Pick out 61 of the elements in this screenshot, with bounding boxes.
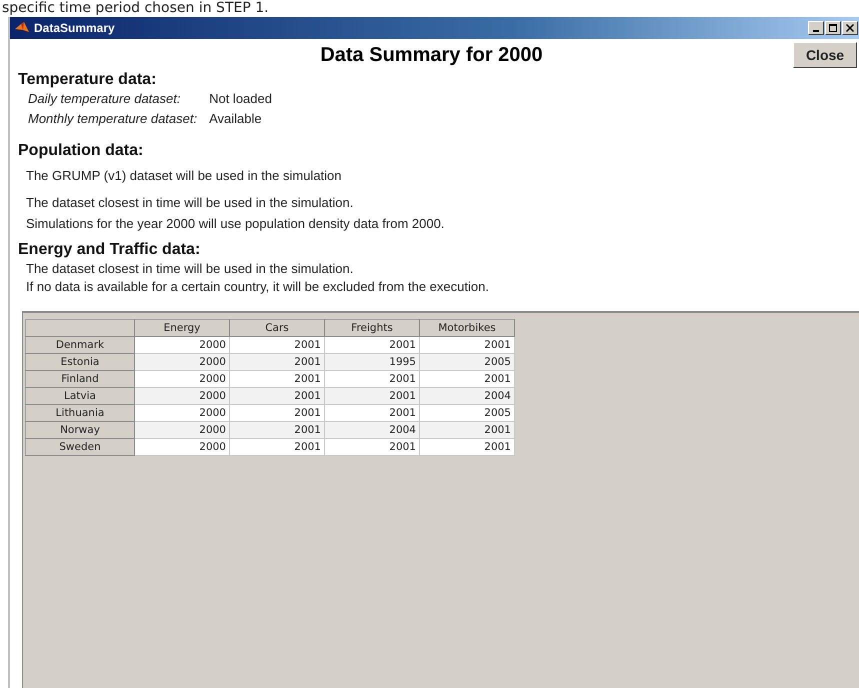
table-cell: 2001 bbox=[324, 336, 420, 354]
table-cell: 2005 bbox=[420, 404, 514, 422]
table-cell: 2001 bbox=[230, 422, 324, 438]
maximize-icon bbox=[829, 24, 837, 32]
table-cell: 2001 bbox=[230, 388, 324, 404]
table-cell: 2001 bbox=[420, 422, 514, 438]
field-label: Daily temperature dataset: bbox=[28, 91, 182, 106]
table-cell: 2001 bbox=[230, 438, 324, 456]
table-cell: 2004 bbox=[420, 388, 514, 404]
section-title: Population data: bbox=[18, 142, 144, 160]
row-header: Lithuania bbox=[26, 404, 134, 422]
table-cell: 2001 bbox=[230, 336, 324, 354]
window-title: DataSummary bbox=[34, 21, 116, 35]
table-cell: 2001 bbox=[230, 370, 324, 388]
table-cell: 2000 bbox=[134, 438, 230, 456]
field-value: Available bbox=[209, 111, 263, 126]
close-icon bbox=[846, 24, 854, 32]
info-text: The dataset closest in time will be used in the simulation. bbox=[26, 195, 354, 210]
info-text: If no data is available for a certain country, it will be excluded from the execution. bbox=[26, 278, 490, 295]
column-header: Cars bbox=[230, 320, 324, 336]
section-title: Temperature data: bbox=[18, 71, 158, 89]
table-cell: 2000 bbox=[134, 336, 230, 354]
column-header: Freights bbox=[324, 320, 420, 336]
table-cell: 2001 bbox=[420, 336, 514, 354]
column-header: Energy bbox=[134, 320, 230, 336]
row-header: Denmark bbox=[26, 336, 134, 354]
table-cell: 2001 bbox=[230, 404, 324, 422]
table-cell: 2001 bbox=[324, 404, 420, 422]
column-header: Motorbikes bbox=[420, 320, 514, 336]
table-cell: 2001 bbox=[230, 354, 324, 370]
row-header: Norway bbox=[26, 422, 134, 438]
row-header: Latvia bbox=[26, 388, 134, 404]
maximize-button[interactable] bbox=[825, 21, 841, 35]
row-header: Estonia bbox=[26, 354, 134, 370]
table-cell: 2001 bbox=[420, 438, 514, 456]
table-cell: 2001 bbox=[324, 388, 420, 404]
window-close-button[interactable] bbox=[842, 21, 858, 35]
table-cell: 2000 bbox=[134, 388, 230, 404]
table-cell: 2000 bbox=[134, 404, 230, 422]
row-header: Finland bbox=[26, 370, 134, 388]
field-label: Monthly temperature dataset: bbox=[28, 111, 198, 126]
close-button[interactable]: Close bbox=[793, 42, 857, 68]
table-cell: 2001 bbox=[420, 370, 514, 388]
info-text: The GRUMP (v1) dataset will be used in the simulation bbox=[26, 168, 343, 183]
caption-text: specific time period chosen in STEP 1. bbox=[1, 0, 270, 17]
table-cell: 2001 bbox=[324, 370, 420, 388]
field-value: Not loaded bbox=[209, 91, 273, 106]
table-cell: 2001 bbox=[324, 438, 420, 456]
table-cell: 2000 bbox=[134, 370, 230, 388]
dialog-heading: Data Summary for 2000 bbox=[319, 44, 544, 66]
info-text: Simulations for the year 2000 will use population density data from 2000. bbox=[26, 216, 446, 231]
info-text: The dataset closest in time will be used in the simulation. bbox=[26, 260, 354, 277]
section-title: Energy and Traffic data: bbox=[18, 241, 202, 259]
minimize-icon bbox=[813, 30, 819, 32]
table-cell: 2000 bbox=[134, 354, 230, 370]
table-cell: 2004 bbox=[324, 422, 420, 438]
row-header: Sweden bbox=[26, 438, 134, 456]
table-cell: 2000 bbox=[134, 422, 230, 438]
table-cell: 2005 bbox=[420, 354, 514, 370]
table-cell: 1995 bbox=[324, 354, 420, 370]
minimize-button[interactable] bbox=[808, 21, 824, 35]
